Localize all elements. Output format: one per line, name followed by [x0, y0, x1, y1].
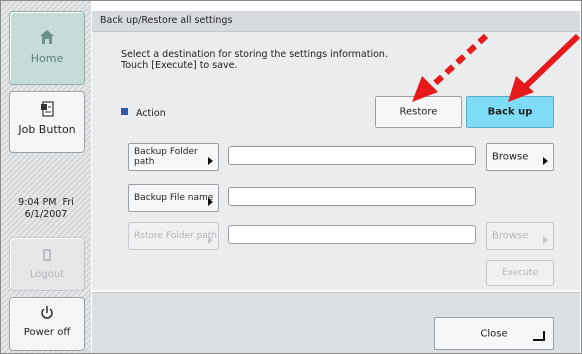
job-button[interactable]: Job Button: [9, 91, 85, 153]
restore-button[interactable]: Restore: [375, 96, 462, 128]
power-off-button[interactable]: Power off: [9, 297, 85, 351]
clock-date: 6/1/2007: [24, 209, 68, 220]
instruction-line-1: Select a destination for storing the set…: [121, 49, 388, 60]
job-button-label: Job Button: [18, 123, 76, 136]
backup-file-name-label: Backup File name: [134, 193, 214, 203]
logout-label: Logout: [29, 269, 65, 280]
window-title: Back up/Restore all settings: [100, 15, 233, 26]
backup-file-name-field[interactable]: [228, 187, 476, 206]
restore-folder-path-button[interactable]: Rstore Folder path: [128, 222, 219, 250]
browse-restore-button[interactable]: Browse: [486, 222, 554, 250]
backup-folder-path-label: Backup Folder path: [134, 147, 198, 167]
action-heading: Action: [121, 108, 166, 119]
restore-folder-path-field[interactable]: [228, 225, 476, 244]
home-icon: [40, 30, 54, 44]
browse-button[interactable]: Browse: [486, 143, 554, 171]
browse-button-label: Browse: [492, 151, 529, 163]
clock-time: 9:04 PM Fri: [18, 197, 74, 208]
triangle-right-icon: [543, 236, 548, 244]
backup-folder-path-button[interactable]: Backup Folder path: [128, 143, 219, 171]
action-square-icon: [121, 108, 128, 115]
back-up-button-label: Back up: [487, 106, 533, 118]
home-button[interactable]: Home: [9, 11, 85, 85]
execute-button[interactable]: Execute: [486, 260, 554, 286]
close-button[interactable]: Close: [434, 317, 554, 350]
job-button-icon: [41, 101, 54, 117]
triangle-right-icon: [543, 157, 548, 165]
logout-button[interactable]: Logout: [9, 237, 85, 291]
backup-file-name-button[interactable]: Backup File name: [128, 184, 219, 212]
power-icon: [41, 306, 53, 319]
sidebar: Home Job Button 9:04 PM Fri 6/1/2007 Log…: [1, 1, 91, 353]
back-up-button[interactable]: Back up: [466, 96, 554, 128]
browse-restore-button-label: Browse: [492, 230, 529, 242]
home-label: Home: [30, 52, 64, 65]
instructions: Select a destination for storing the set…: [121, 49, 388, 71]
instruction-line-2: Touch [Execute] to save.: [121, 60, 238, 71]
restore-button-label: Restore: [399, 106, 438, 118]
return-icon: [533, 331, 545, 341]
logout-icon: [43, 249, 51, 261]
restore-folder-path-label: Rstore Folder path: [134, 231, 218, 241]
triangle-right-icon: [208, 236, 213, 244]
backup-folder-path-field[interactable]: [228, 146, 476, 165]
triangle-right-icon: [208, 198, 213, 206]
action-label: Action: [136, 108, 166, 119]
triangle-right-icon: [208, 157, 213, 165]
power-off-label: Power off: [23, 327, 71, 338]
clock: 9:04 PM Fri 6/1/2007: [1, 197, 91, 221]
execute-button-label: Execute: [502, 268, 538, 278]
window-titlebar: Back up/Restore all settings: [92, 11, 580, 32]
